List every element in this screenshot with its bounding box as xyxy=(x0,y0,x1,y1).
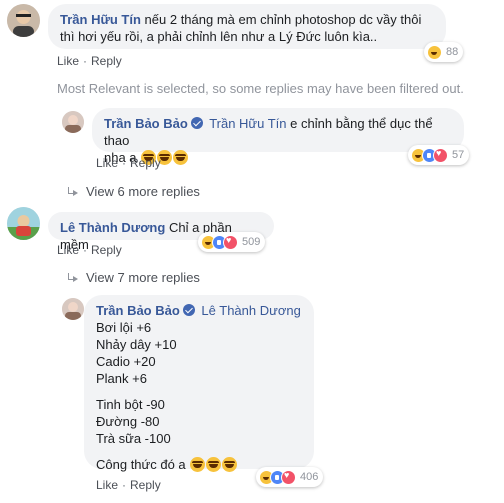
comment-actions: Like · Reply xyxy=(57,243,122,257)
comment-bubble: Trần Hữu Tín nếu 2 tháng mà em chỉnh pho… xyxy=(48,4,446,49)
reply-actions: Like · Reply xyxy=(96,156,161,170)
reply-line: Plank +6 xyxy=(96,371,147,386)
reply-button[interactable]: Reply xyxy=(130,478,161,492)
reaction-count: 57 xyxy=(452,149,465,161)
laughing-emoji-icon xyxy=(206,457,222,472)
reaction-summary[interactable]: 57 xyxy=(408,145,470,165)
filter-note: Most Relevant is selected, so some repli… xyxy=(57,81,464,96)
reply-bubble: Trần Bảo Bảo Trần Hữu Tín e chỉnh bằng t… xyxy=(92,108,464,165)
view-more-replies-link[interactable]: View 7 more replies xyxy=(67,270,200,285)
reply-line: Đường -80 xyxy=(96,414,160,429)
verified-badge-icon xyxy=(182,304,195,316)
like-button[interactable]: Like xyxy=(96,478,118,492)
like-button[interactable]: Like xyxy=(57,54,79,68)
reaction-summary[interactable]: 406 xyxy=(256,467,324,487)
comment-actions: Like · Reply xyxy=(57,54,122,68)
laughing-emoji-icon xyxy=(222,457,238,472)
view-more-label: View 7 more replies xyxy=(86,270,200,285)
reply-line: Bơi lội +6 xyxy=(96,320,152,335)
reply-button[interactable]: Reply xyxy=(91,243,122,257)
comment-author[interactable]: Lê Thành Dương xyxy=(60,220,165,235)
reply-line: Nhảy dây +10 xyxy=(96,337,177,352)
reply-author[interactable]: Trần Bảo Bảo xyxy=(104,116,188,131)
reply-button[interactable]: Reply xyxy=(130,156,161,170)
reply-arrow-icon xyxy=(67,272,79,283)
reply-button[interactable]: Reply xyxy=(91,54,122,68)
love-reaction-icon xyxy=(223,234,238,250)
avatar[interactable] xyxy=(7,207,40,240)
laughing-emoji-icon xyxy=(173,150,189,165)
love-reaction-icon xyxy=(433,147,448,163)
verified-badge-icon xyxy=(190,117,203,129)
view-more-label: View 6 more replies xyxy=(86,184,200,199)
reply-line: Cadio +20 xyxy=(96,354,156,369)
reply-author[interactable]: Trần Bảo Bảo xyxy=(96,303,180,318)
avatar[interactable] xyxy=(7,4,40,37)
reaction-summary[interactable]: 88 xyxy=(424,42,464,62)
avatar[interactable] xyxy=(62,111,84,133)
reply-arrow-icon xyxy=(67,186,79,197)
reply-line: Công thức đó a xyxy=(96,457,186,472)
reply-actions: Like · Reply xyxy=(96,478,161,492)
avatar[interactable] xyxy=(62,298,84,320)
reply-line: Tinh bột -90 xyxy=(96,397,165,412)
haha-emoji-icon xyxy=(427,44,442,60)
comment-author[interactable]: Trần Hữu Tín xyxy=(60,12,141,27)
reaction-count: 88 xyxy=(446,46,459,58)
like-button[interactable]: Like xyxy=(96,156,118,170)
reaction-count: 406 xyxy=(300,471,319,483)
reply-bubble: Trần Bảo Bảo Lê Thành Dương Bơi lội +6 N… xyxy=(84,295,314,472)
reaction-count: 509 xyxy=(242,236,261,248)
mention-tag[interactable]: Lê Thành Dương xyxy=(201,303,300,318)
like-button[interactable]: Like xyxy=(57,243,79,257)
love-reaction-icon xyxy=(281,469,296,485)
view-more-replies-link[interactable]: View 6 more replies xyxy=(67,184,200,199)
reaction-summary[interactable]: 509 xyxy=(198,232,266,252)
reply-line: Trà sữa -100 xyxy=(96,431,171,446)
laughing-emoji-icon xyxy=(190,457,206,472)
mention-tag[interactable]: Trần Hữu Tín xyxy=(209,116,286,131)
